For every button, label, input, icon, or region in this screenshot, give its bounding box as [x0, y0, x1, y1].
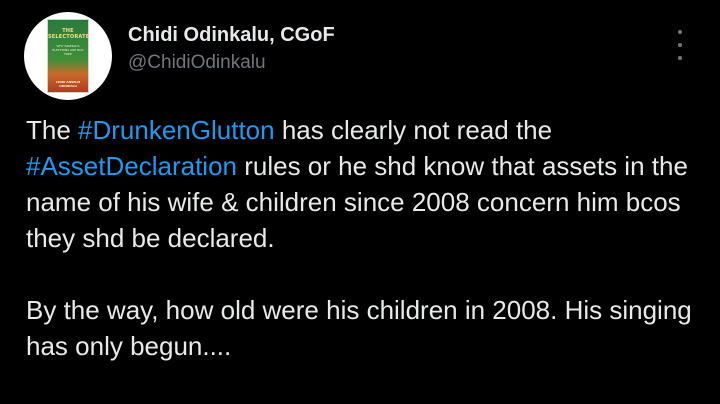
more-dot [678, 30, 682, 34]
avatar-book-cover: THE SELECTORATE WHY NIGERIA'S ELECTIONS … [48, 20, 90, 92]
tweet-text-segment: has clearly not read the [274, 115, 553, 145]
avatar[interactable]: THE SELECTORATE WHY NIGERIA'S ELECTIONS … [24, 12, 112, 100]
hashtag-drunkenglutton[interactable]: #DrunkenGlutton [78, 115, 275, 145]
tweet-paragraph-2: By the way, how old were his children in… [26, 295, 692, 361]
author-handle[interactable]: @ChidiOdinkalu [128, 52, 266, 74]
tweet-text: The #DrunkenGlutton has clearly not read… [26, 112, 706, 364]
avatar-book-subtitle: WHY NIGERIA'S ELECTIONS ARE NOT FREE [52, 44, 84, 56]
avatar-book-title: THE SELECTORATE [48, 28, 90, 40]
author-name[interactable]: Chidi Odinkalu, CGoF [128, 24, 335, 47]
tweet: THE SELECTORATE WHY NIGERIA'S ELECTIONS … [0, 0, 720, 404]
more-dot [678, 56, 682, 60]
hashtag-assetdeclaration[interactable]: #AssetDeclaration [26, 151, 237, 181]
tweet-paragraph-1: The #DrunkenGlutton has clearly not read… [26, 112, 706, 256]
tweet-text-segment: The [26, 115, 79, 145]
avatar-book-author: CHIDI ANSELM ODINKALU [55, 80, 81, 88]
more-vertical-icon[interactable] [670, 30, 690, 60]
more-dot [678, 43, 682, 47]
